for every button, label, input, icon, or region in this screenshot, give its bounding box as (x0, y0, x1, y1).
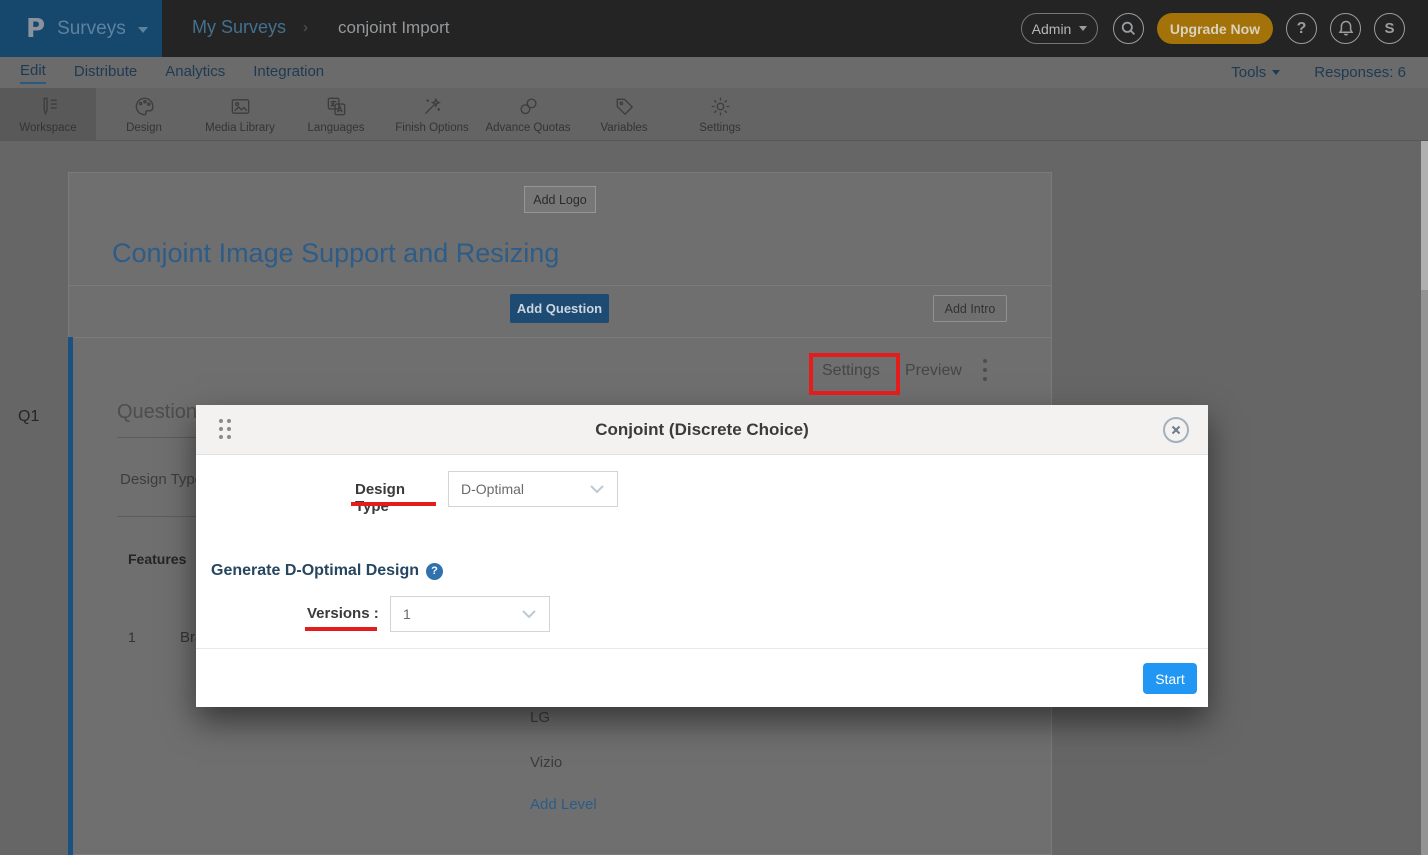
breadcrumb-current: conjoint Import (338, 18, 450, 38)
caret-down-icon (1079, 26, 1087, 31)
tab-edit[interactable]: Edit (20, 62, 46, 84)
user-avatar[interactable]: S (1374, 13, 1405, 44)
question-mark-glyph: ? (431, 565, 438, 577)
versions-value: 1 (403, 606, 411, 622)
close-icon (1165, 419, 1187, 441)
search-button[interactable] (1113, 13, 1144, 44)
versions-label: Versions : (307, 605, 379, 622)
toolbar-label: Design (126, 122, 162, 134)
tab-analytics[interactable]: Analytics (165, 63, 225, 83)
question-preview-button[interactable]: Preview (905, 362, 962, 380)
add-intro-button[interactable]: Add Intro (933, 295, 1007, 322)
annotation-underline-design-type (351, 502, 436, 506)
toolbar-label: Media Library (205, 122, 275, 134)
chain-links-icon (517, 95, 540, 118)
start-label: Start (1155, 671, 1185, 687)
chevron-down-icon (589, 484, 605, 494)
design-type-select[interactable]: D-Optimal (448, 471, 618, 507)
features-header: Features (128, 551, 186, 567)
admin-menu[interactable]: Admin (1021, 13, 1098, 44)
help-button[interactable]: ? (1286, 13, 1317, 44)
toolbar-item-media-library[interactable]: Media Library (192, 88, 288, 140)
conjoint-settings-modal: Conjoint (Discrete Choice) Design Type D… (196, 405, 1208, 707)
toolbar-label: Advance Quotas (485, 122, 570, 134)
upgrade-now-button[interactable]: Upgrade Now (1157, 13, 1273, 44)
top-bar: P Surveys My Surveys › conjoint Import A… (0, 0, 1428, 57)
palette-icon (133, 95, 156, 118)
toolbar-label: Settings (699, 122, 741, 134)
responses-count[interactable]: Responses: 6 (1314, 64, 1406, 81)
toolbar-item-finish-options[interactable]: Finish Options (384, 88, 480, 140)
questionpro-logo-icon: P (26, 14, 45, 44)
edit-toolbar: Workspace Design Media Library Languages… (0, 88, 1428, 141)
annotation-highlight-settings (809, 353, 900, 395)
design-type-label: Design Type (355, 481, 435, 515)
question-design-type-label: Design Type (120, 471, 203, 488)
generate-design-heading: Generate D-Optimal Design ? (211, 562, 443, 580)
add-question-button[interactable]: Add Question (510, 294, 609, 323)
surveys-product-switcher[interactable]: P Surveys (0, 0, 162, 57)
modal-header: Conjoint (Discrete Choice) (196, 405, 1208, 455)
magic-wand-icon (421, 95, 444, 118)
admin-label: Admin (1032, 21, 1072, 37)
design-type-value: D-Optimal (461, 481, 524, 497)
level-item[interactable]: LG (530, 709, 550, 726)
scrollbar-track[interactable] (1421, 57, 1428, 855)
breadcrumb-my-surveys[interactable]: My Surveys (192, 17, 286, 38)
add-level-link[interactable]: Add Level (530, 796, 597, 813)
toolbar-item-workspace[interactable]: Workspace (0, 88, 96, 140)
tag-icon (613, 95, 636, 118)
workspace-icon (37, 95, 60, 118)
help-icon[interactable]: ? (426, 563, 443, 580)
toolbar-item-variables[interactable]: Variables (576, 88, 672, 140)
level-item[interactable]: Vizio (530, 754, 562, 771)
tab-integration[interactable]: Integration (253, 63, 324, 83)
modal-title: Conjoint (Discrete Choice) (196, 420, 1208, 440)
gear-icon (709, 95, 732, 118)
toolbar-item-settings[interactable]: Settings (672, 88, 768, 140)
tools-menu[interactable]: Tools (1231, 64, 1280, 81)
avatar-letter: S (1384, 20, 1394, 37)
caret-down-icon (1272, 70, 1280, 75)
toolbar-item-design[interactable]: Design (96, 88, 192, 140)
chevron-down-icon (521, 609, 537, 619)
divider (196, 648, 1208, 649)
annotation-underline-versions (305, 627, 377, 631)
caret-down-icon (138, 27, 148, 33)
toolbar-item-languages[interactable]: Languages (288, 88, 384, 140)
section-nav: Edit Distribute Analytics Integration To… (0, 57, 1428, 88)
generate-design-label: Generate D-Optimal Design (211, 562, 419, 580)
divider (69, 337, 1051, 338)
question-mark-icon: ? (1297, 20, 1307, 38)
add-question-label: Add Question (517, 301, 602, 316)
tab-distribute[interactable]: Distribute (74, 63, 137, 83)
question-more-menu[interactable] (983, 359, 987, 386)
close-button[interactable] (1163, 417, 1189, 443)
question-selected-edge (68, 337, 73, 855)
toolbar-label: Variables (600, 122, 647, 134)
versions-select[interactable]: 1 (390, 596, 550, 632)
translate-icon (325, 95, 348, 118)
add-logo-button[interactable]: Add Logo (524, 186, 596, 213)
toolbar-label: Workspace (19, 122, 76, 134)
notifications-button[interactable] (1330, 13, 1361, 44)
breadcrumb-separator: › (303, 19, 308, 36)
search-icon (1121, 21, 1136, 36)
add-logo-label: Add Logo (533, 193, 587, 207)
image-icon (229, 95, 252, 118)
feature-row-number: 1 (128, 629, 136, 645)
toolbar-label: Languages (308, 122, 365, 134)
survey-title[interactable]: Conjoint Image Support and Resizing (112, 238, 559, 269)
add-intro-label: Add Intro (945, 302, 996, 316)
toolbar-label: Finish Options (395, 122, 469, 134)
start-button[interactable]: Start (1143, 663, 1197, 694)
upgrade-label: Upgrade Now (1170, 21, 1260, 37)
tools-label: Tools (1231, 64, 1266, 81)
bell-icon (1338, 20, 1354, 37)
toolbar-item-advance-quotas[interactable]: Advance Quotas (480, 88, 576, 140)
question-title[interactable]: Question (117, 401, 197, 424)
divider (69, 285, 1051, 286)
question-id: Q1 (18, 408, 39, 426)
product-name: Surveys (57, 18, 126, 40)
